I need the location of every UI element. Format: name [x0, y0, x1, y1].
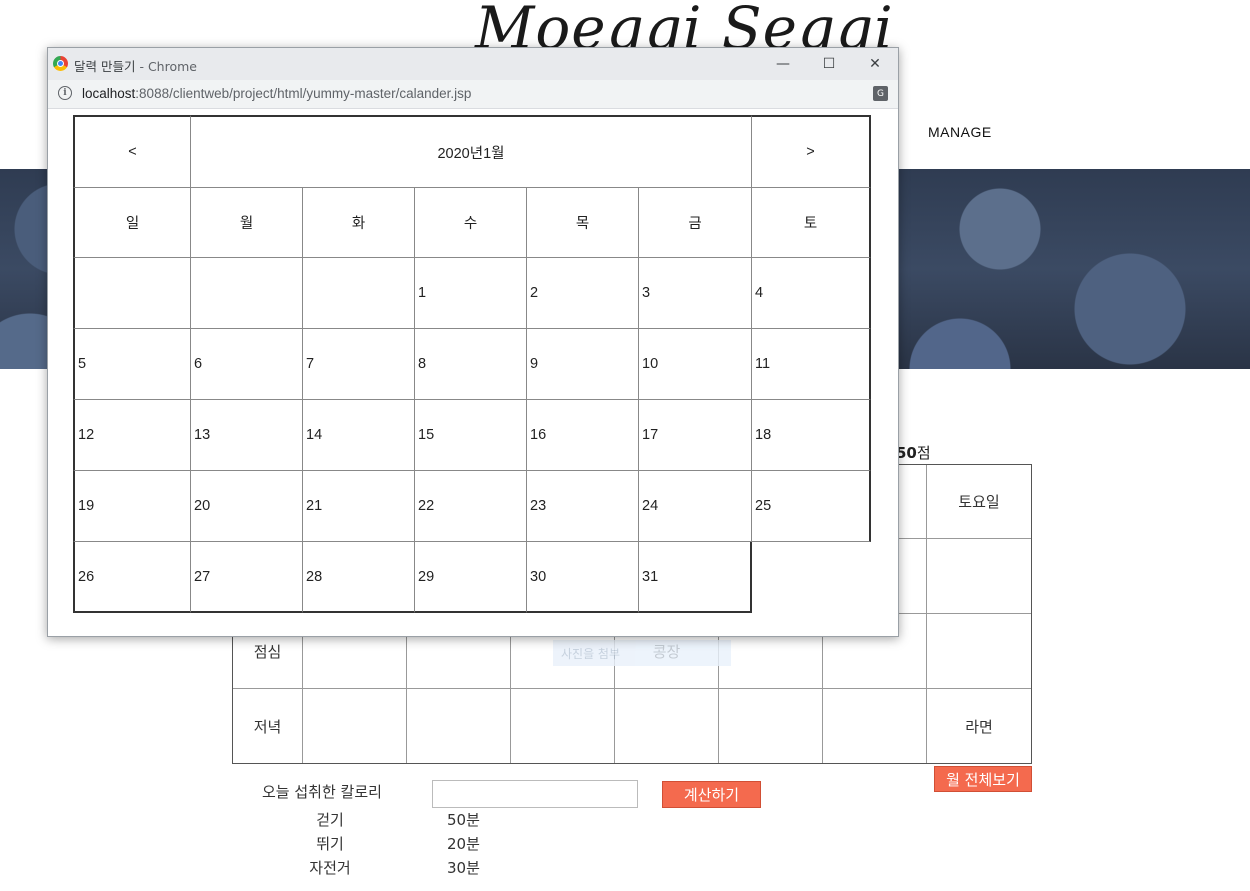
- minimize-button[interactable]: —: [760, 48, 806, 80]
- calendar-day[interactable]: 20: [191, 471, 303, 542]
- calendar-day[interactable]: 10: [639, 329, 752, 400]
- meal-cell: [615, 689, 719, 763]
- calendar-day[interactable]: 14: [303, 400, 415, 471]
- calendar-day[interactable]: 30: [527, 542, 639, 613]
- url-path: :8088/clientweb/project/html/yummy-maste…: [135, 86, 472, 101]
- weekday-header: 토요일: [927, 465, 1031, 539]
- prev-month-button[interactable]: <: [73, 115, 191, 188]
- calendar-day[interactable]: 27: [191, 542, 303, 613]
- meal-cell: [407, 689, 511, 763]
- calorie-input[interactable]: [432, 780, 638, 808]
- weekday-label: 수: [415, 188, 527, 258]
- weekday-label: 토: [752, 188, 871, 258]
- exercise-name-run: 뛰기: [316, 835, 344, 853]
- calendar-day[interactable]: 13: [191, 400, 303, 471]
- window-titlebar[interactable]: 달력 만들기 - Chrome — ☐ ✕: [48, 48, 898, 80]
- calendar-title: 2020년1월: [191, 115, 752, 188]
- calendar-day[interactable]: 1: [415, 258, 527, 329]
- calendar-day[interactable]: 12: [73, 400, 191, 471]
- score-unit: 점: [916, 444, 931, 462]
- exercise-value-run: 20분: [447, 835, 480, 853]
- calendar-day[interactable]: 26: [73, 542, 191, 613]
- weekday-label: 목: [527, 188, 639, 258]
- score-text: 50점: [896, 442, 931, 463]
- exercise-value-bike: 30분: [447, 859, 480, 877]
- calendar-day[interactable]: [73, 258, 191, 329]
- info-icon[interactable]: i: [58, 86, 72, 100]
- meal-cell: [511, 689, 615, 763]
- calendar-day[interactable]: 24: [639, 471, 752, 542]
- calendar-day[interactable]: [191, 258, 303, 329]
- exercise-name-bike: 자전거: [309, 859, 351, 877]
- calendar-day[interactable]: 15: [415, 400, 527, 471]
- calendar-day[interactable]: 16: [527, 400, 639, 471]
- address-bar[interactable]: i localhost:8088/clientweb/project/html/…: [48, 80, 898, 109]
- window-title-app: - Chrome: [135, 59, 197, 74]
- meal-label: 저녁: [233, 689, 303, 763]
- meal-cell: [303, 689, 407, 763]
- calendar-day[interactable]: [303, 258, 415, 329]
- calendar-day[interactable]: 5: [73, 329, 191, 400]
- meal-cell: [927, 539, 1031, 614]
- calendar-day[interactable]: 29: [415, 542, 527, 613]
- calendar-day[interactable]: 9: [527, 329, 639, 400]
- next-month-button[interactable]: >: [752, 115, 871, 188]
- calendar-day[interactable]: 6: [191, 329, 303, 400]
- weekday-label: 금: [639, 188, 752, 258]
- calendar-day[interactable]: 11: [752, 329, 871, 400]
- calendar-day[interactable]: 19: [73, 471, 191, 542]
- calculate-button[interactable]: 계산하기: [662, 781, 761, 808]
- calendar-day[interactable]: 3: [639, 258, 752, 329]
- nav-item-manage[interactable]: MANAGE: [928, 124, 992, 140]
- url-text[interactable]: localhost:8088/clientweb/project/html/yu…: [82, 86, 471, 101]
- score-value: 50: [896, 444, 917, 462]
- window-title-page: 달력 만들기: [74, 59, 136, 74]
- exercise-name-walk: 걷기: [316, 811, 344, 829]
- calendar-day[interactable]: 25: [752, 471, 871, 542]
- attach-photo-tooltip: 사진을 첨부: [553, 640, 731, 666]
- calendar-day[interactable]: 18: [752, 400, 871, 471]
- exercise-value-walk: 50분: [447, 811, 480, 829]
- maximize-button[interactable]: ☐: [806, 48, 852, 80]
- calendar-day[interactable]: 28: [303, 542, 415, 613]
- weekday-label: 월: [191, 188, 303, 258]
- calendar-day[interactable]: 8: [415, 329, 527, 400]
- calendar-day[interactable]: 4: [752, 258, 871, 329]
- calendar-day[interactable]: 22: [415, 471, 527, 542]
- month-view-button[interactable]: 월 전체보기: [934, 766, 1032, 792]
- calendar-day[interactable]: 7: [303, 329, 415, 400]
- calendar-day[interactable]: 31: [639, 542, 752, 613]
- chrome-icon: [53, 56, 68, 71]
- window-title: 달력 만들기 - Chrome: [74, 56, 197, 75]
- calendar-day[interactable]: 23: [527, 471, 639, 542]
- meal-cell: [823, 689, 927, 763]
- calorie-label: 오늘 섭취한 칼로리: [262, 783, 382, 801]
- meal-cell: [927, 614, 1031, 689]
- weekday-label: 화: [303, 188, 415, 258]
- meal-cell: [719, 689, 823, 763]
- url-host: localhost: [82, 86, 136, 101]
- calendar-day[interactable]: 21: [303, 471, 415, 542]
- calendar-day[interactable]: 2: [527, 258, 639, 329]
- translate-icon[interactable]: G: [873, 86, 888, 101]
- close-button[interactable]: ✕: [852, 48, 898, 80]
- calendar-day[interactable]: 17: [639, 400, 752, 471]
- weekday-label: 일: [73, 188, 191, 258]
- meal-cell: 라면: [965, 717, 993, 736]
